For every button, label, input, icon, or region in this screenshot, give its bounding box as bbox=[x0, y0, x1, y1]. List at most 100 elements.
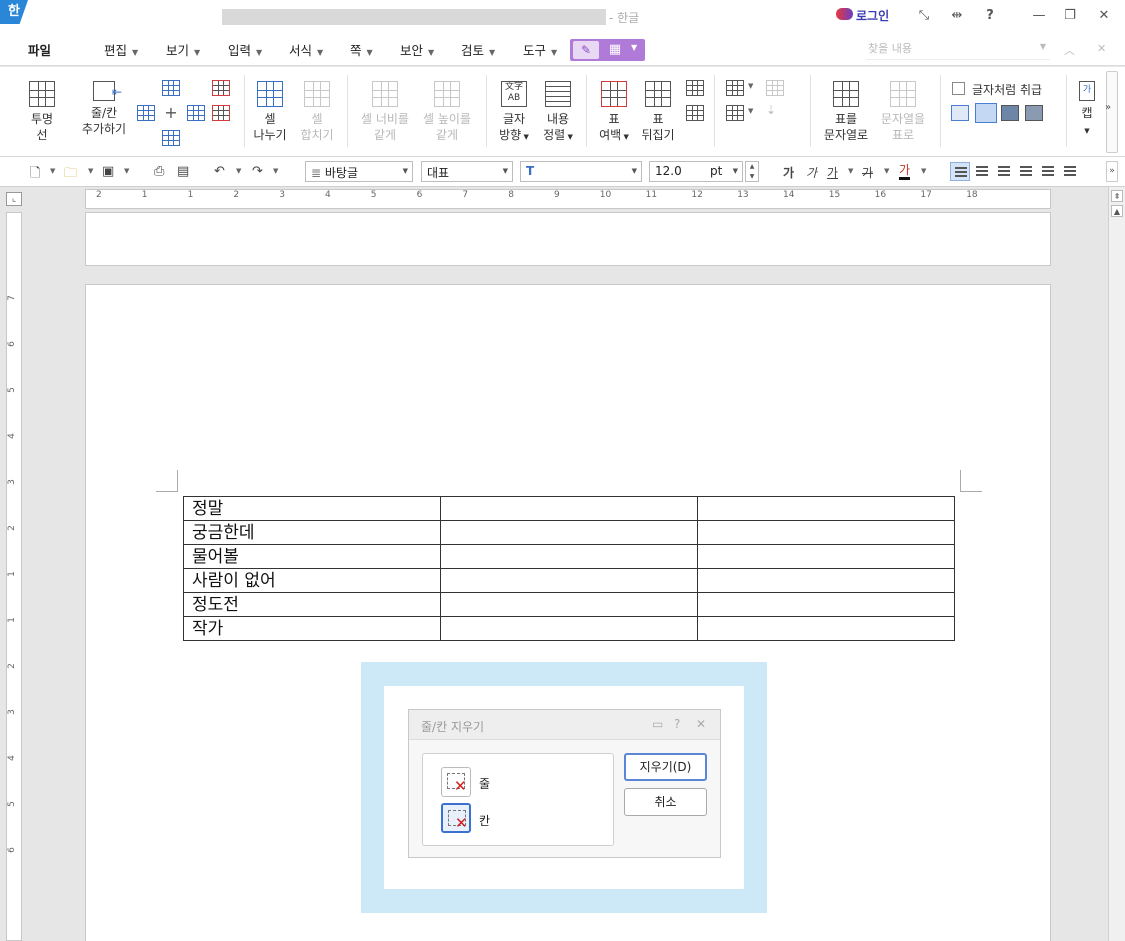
dialog-help-icon[interactable]: ? bbox=[674, 717, 680, 731]
menu-file[interactable]: 파일 bbox=[28, 40, 51, 59]
chevron-down-icon[interactable]: ▼ bbox=[884, 167, 889, 175]
wrap-behind-icon[interactable] bbox=[1001, 105, 1019, 121]
table-margin-button[interactable]: 표 여백 ▼ bbox=[596, 81, 632, 145]
chevron-down-icon[interactable]: ▼ bbox=[921, 167, 926, 175]
tab-table-design-icon[interactable]: ✎ bbox=[573, 41, 599, 59]
login-button[interactable]: 로그인 bbox=[856, 7, 889, 24]
table-cell[interactable] bbox=[440, 496, 698, 521]
underline-button[interactable]: 가 bbox=[827, 164, 838, 181]
add-rowcol-button[interactable]: ⇤ 줄/칸 추가하기 bbox=[76, 81, 132, 137]
table-cell[interactable] bbox=[697, 568, 955, 593]
table-cell[interactable]: 궁금한데 bbox=[183, 520, 441, 545]
transparent-lines-button[interactable]: 투명 선 bbox=[26, 81, 58, 143]
preview-icon[interactable]: ▤ bbox=[177, 164, 189, 179]
dialog-close-icon[interactable]: ✕ bbox=[696, 717, 706, 731]
chevron-down-icon[interactable]: ▼ bbox=[748, 82, 766, 98]
insert-left-icon[interactable] bbox=[137, 105, 155, 121]
delete-col-label[interactable]: 칸 bbox=[479, 812, 490, 829]
equal-width-button[interactable]: 셀 너비를 같게 bbox=[356, 81, 414, 143]
italic-button[interactable]: 가 bbox=[806, 164, 817, 181]
chevron-down-icon[interactable]: ▼ bbox=[124, 167, 129, 175]
login-icon[interactable] bbox=[836, 8, 853, 20]
ribbon-toggle-icon[interactable]: ⇹ bbox=[946, 6, 968, 26]
chevron-down-icon[interactable]: ▼ bbox=[236, 167, 241, 175]
align-distribute-button[interactable] bbox=[1038, 162, 1058, 181]
table-row[interactable]: 정말 bbox=[183, 496, 955, 521]
table-cell[interactable] bbox=[697, 544, 955, 569]
tab-type-button[interactable]: ⌞ bbox=[6, 192, 22, 206]
distribute-cols-icon[interactable] bbox=[686, 80, 704, 96]
menu-edit[interactable]: 편집 ▼ bbox=[104, 40, 138, 59]
text-direction-button[interactable]: 文字 AB 글자 방향 ▼ bbox=[496, 81, 532, 145]
delete-col-option[interactable]: ✕ bbox=[441, 803, 471, 833]
table-row[interactable]: 궁금한데 bbox=[183, 520, 955, 545]
split-cells-button[interactable]: 셀 나누기 bbox=[252, 81, 288, 143]
minimize-button[interactable]: — bbox=[1028, 6, 1050, 26]
help-icon[interactable]: ? bbox=[979, 6, 1001, 26]
horizontal-ruler[interactable]: 2 1 1 2 3 4 5 6 7 8 9 10 11 12 13 14 15 16 17 18 bbox=[85, 189, 1051, 209]
scroll-up-icon[interactable]: ▲ bbox=[1111, 205, 1123, 217]
chevron-down-icon[interactable]: ▼ bbox=[848, 167, 853, 175]
dialog-settings-icon[interactable]: ▭ bbox=[652, 717, 663, 731]
font-lang-select[interactable]: 대표 ▼ bbox=[421, 161, 513, 182]
table-cell[interactable] bbox=[440, 520, 698, 545]
table-cell[interactable] bbox=[440, 544, 698, 569]
table-cell[interactable] bbox=[697, 496, 955, 521]
restore-button[interactable]: ❐ bbox=[1059, 6, 1081, 26]
close-button[interactable]: ✕ bbox=[1093, 6, 1115, 26]
table-cell[interactable] bbox=[697, 592, 955, 617]
delete-button[interactable]: 지우기(D) bbox=[624, 753, 707, 781]
align-left-button[interactable] bbox=[972, 162, 992, 181]
cell-attr-icon[interactable] bbox=[726, 105, 744, 121]
equal-height-button[interactable]: 셀 높이를 같게 bbox=[418, 81, 476, 143]
vertical-ruler[interactable]: 7 6 5 4 3 2 1 1 2 3 4 5 6 bbox=[6, 212, 22, 941]
redo-icon[interactable]: ↷ bbox=[252, 164, 263, 179]
table-row[interactable]: 사람이 없어 bbox=[183, 568, 955, 593]
find-close-icon[interactable]: ✕ bbox=[1097, 42, 1106, 55]
delete-row-icon[interactable] bbox=[212, 80, 230, 96]
menu-format[interactable]: 서식 ▼ bbox=[289, 40, 323, 59]
delete-row-label[interactable]: 줄 bbox=[479, 775, 490, 792]
new-doc-icon[interactable]: 🗋 bbox=[30, 164, 40, 186]
dialog-titlebar[interactable]: 줄/칸 지우기 ▭ ? ✕ bbox=[409, 710, 720, 740]
cell-fill-icon[interactable] bbox=[766, 80, 784, 96]
chevron-down-icon[interactable]: ▼ bbox=[273, 167, 278, 175]
table-cell[interactable] bbox=[697, 616, 955, 641]
find-prev-icon[interactable]: ︿ bbox=[1064, 42, 1075, 58]
table-flip-button[interactable]: 표 뒤집기 bbox=[638, 81, 678, 143]
tab-table-layout-icon[interactable]: ▦ bbox=[602, 41, 628, 59]
context-tabs-chevron-down-icon[interactable]: ▼ bbox=[631, 43, 637, 52]
wrap-topbottom-icon[interactable] bbox=[975, 103, 997, 123]
menu-view[interactable]: 보기 ▼ bbox=[166, 40, 200, 59]
wrap-square-icon[interactable] bbox=[951, 105, 969, 121]
table-cell[interactable] bbox=[440, 592, 698, 617]
delete-col-icon[interactable] bbox=[212, 105, 230, 121]
toolbar-expand-button[interactable]: » bbox=[1106, 161, 1118, 182]
font-size-stepper[interactable]: ▲ ▼ bbox=[745, 161, 759, 182]
chevron-down-icon[interactable]: ▼ bbox=[748, 107, 766, 123]
delete-row-option[interactable]: ✕ bbox=[441, 767, 471, 797]
table-cell[interactable] bbox=[440, 616, 698, 641]
treat-as-char-checkbox[interactable] bbox=[952, 82, 965, 95]
table-cell[interactable] bbox=[440, 568, 698, 593]
fullscreen-icon[interactable]: ⤡ bbox=[913, 6, 935, 26]
font-color-button[interactable]: 가 bbox=[899, 164, 911, 180]
vertical-scrollbar[interactable]: ⇞ ▲ bbox=[1108, 187, 1125, 941]
menu-tools[interactable]: 도구 ▼ bbox=[523, 40, 557, 59]
open-folder-icon[interactable]: 🗀 bbox=[64, 164, 77, 186]
font-size-input[interactable]: 12.0 pt ▼ bbox=[649, 161, 743, 182]
table-cell[interactable]: 정말 bbox=[183, 496, 441, 521]
style-select[interactable]: ≣ 바탕글 ▼ bbox=[305, 161, 413, 182]
save-icon[interactable]: ▣ bbox=[102, 164, 114, 179]
align-center-button[interactable] bbox=[994, 162, 1014, 181]
menu-page[interactable]: 쪽 ▼ bbox=[350, 40, 373, 59]
strike-button[interactable]: 가 bbox=[862, 164, 873, 181]
table-cell[interactable]: 물어볼 bbox=[183, 544, 441, 569]
table-cell[interactable]: 작가 bbox=[183, 616, 441, 641]
bold-button[interactable]: 가 bbox=[783, 164, 794, 181]
table-cell[interactable] bbox=[697, 520, 955, 545]
align-split-button[interactable] bbox=[1060, 162, 1080, 181]
table-cell[interactable]: 사람이 없어 bbox=[183, 568, 441, 593]
table-row[interactable]: 물어볼 bbox=[183, 544, 955, 569]
ribbon-expand-button[interactable]: » bbox=[1105, 71, 1118, 153]
